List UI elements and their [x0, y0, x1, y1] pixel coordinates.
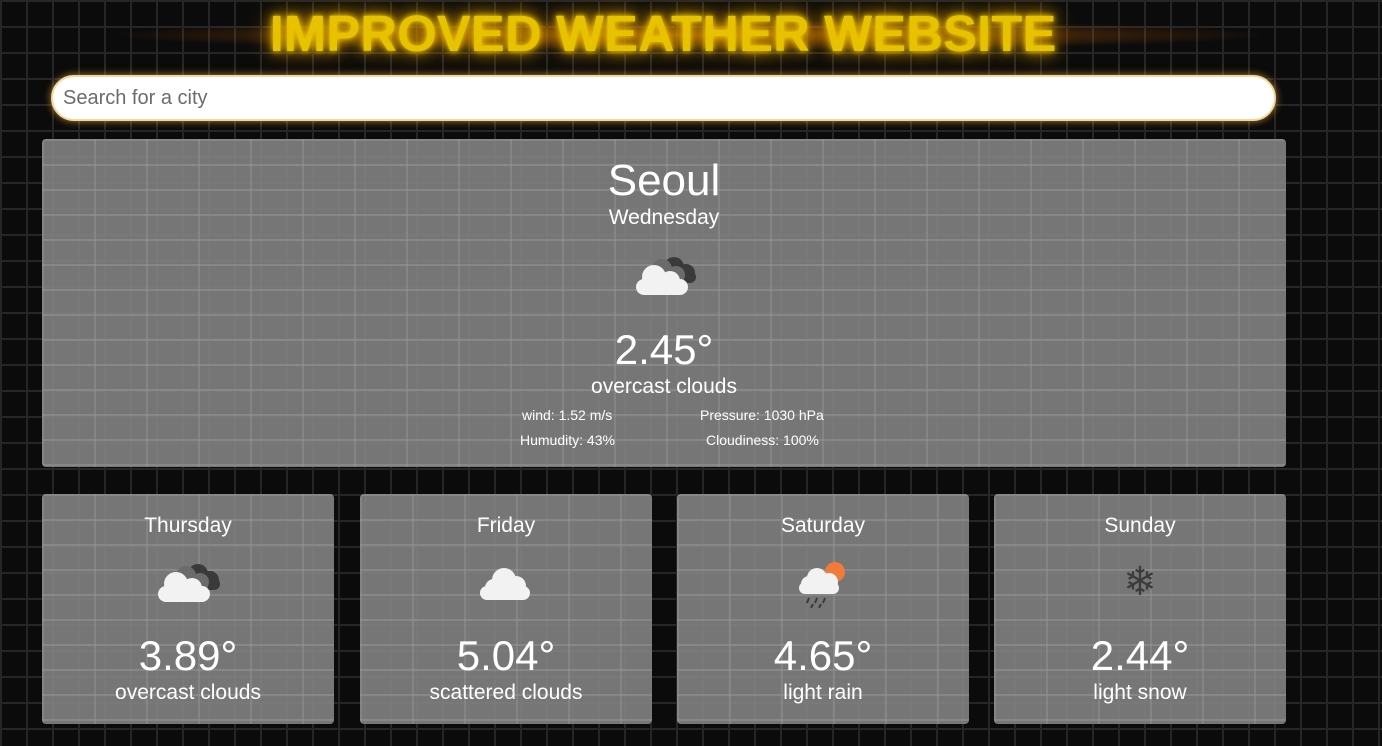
- forecast-temperature: 2.44°: [1090, 632, 1190, 679]
- overcast-clouds-icon: [158, 564, 220, 602]
- site-title: IMPROVED WEATHER WEBSITE: [269, 5, 1057, 62]
- forecast-temperature: 5.04°: [456, 632, 556, 679]
- forecast-temperature: 4.65°: [773, 632, 873, 679]
- forecast-card-thursday: Thursday 3.89° overcast clouds: [42, 494, 334, 724]
- forecast-card-friday: Friday 5.04° scattered clouds: [360, 494, 652, 724]
- forecast-temperature: 3.89°: [138, 632, 238, 679]
- forecast-description: overcast clouds: [115, 681, 261, 704]
- current-weather-panel: Seoul Wednesday 2.45° overcast clouds wi…: [42, 139, 1286, 467]
- forecast-card-saturday: Saturday 4.65° light rain: [677, 494, 969, 724]
- forecast-description: light rain: [783, 681, 863, 704]
- current-temperature: 2.45°: [614, 326, 714, 373]
- city-name: Seoul: [607, 156, 721, 205]
- forecast-description: light snow: [1093, 681, 1187, 704]
- current-description: overcast clouds: [591, 375, 737, 398]
- search-input[interactable]: [51, 75, 1276, 121]
- cloudiness-stat: Cloudiness: 100%: [706, 432, 819, 448]
- wind-stat: wind: 1.52 m/s: [522, 407, 613, 423]
- light-rain-icon: [799, 562, 845, 608]
- forecast-day: Thursday: [144, 514, 232, 537]
- pressure-stat: Pressure: 1030 hPa: [700, 407, 824, 423]
- humidity-stat: Humudity: 43%: [520, 432, 615, 448]
- overcast-clouds-icon: [636, 257, 696, 295]
- forecast-day: Saturday: [780, 514, 866, 537]
- light-snow-icon: ❄: [1123, 559, 1157, 605]
- scattered-clouds-icon: [480, 568, 530, 600]
- forecast-day: Friday: [476, 514, 536, 537]
- forecast-description: scattered clouds: [429, 681, 583, 704]
- forecast-card-sunday: Sunday ❄ 2.44° light snow: [994, 494, 1286, 724]
- forecast-day: Sunday: [1104, 514, 1176, 537]
- current-day: Wednesday: [608, 206, 720, 229]
